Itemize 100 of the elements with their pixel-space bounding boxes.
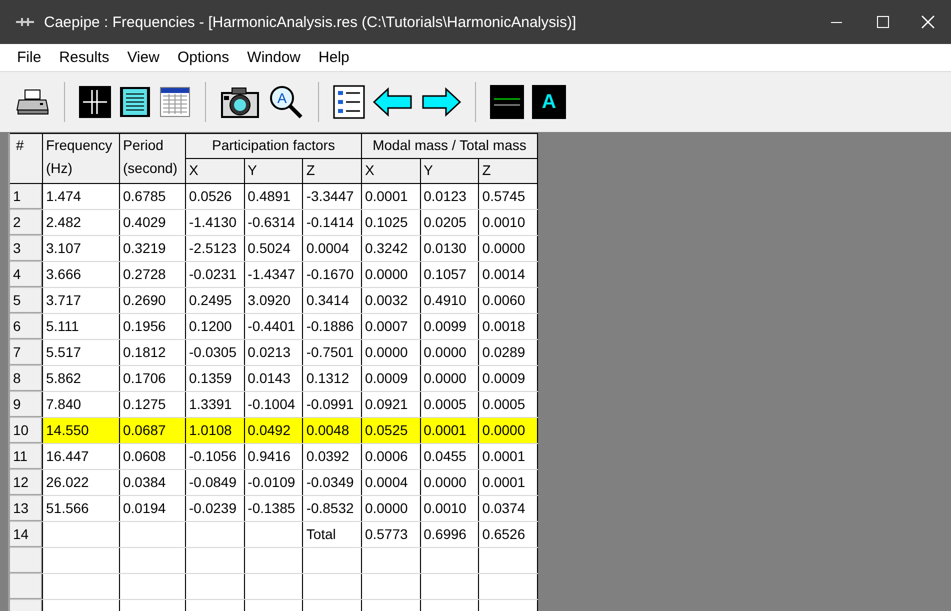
table-cell: -1.4347 bbox=[244, 262, 303, 288]
table-cell: 0.0289 bbox=[478, 340, 538, 366]
table-cell: 0.0384 bbox=[120, 470, 186, 496]
camera-icon[interactable] bbox=[220, 85, 260, 119]
table-cell: -0.0231 bbox=[186, 262, 244, 288]
table-cell: 0.0018 bbox=[478, 314, 538, 340]
table-cell: 0.0492 bbox=[244, 418, 303, 444]
table-cell: -0.1385 bbox=[244, 496, 303, 522]
table-cell: -0.4401 bbox=[244, 314, 303, 340]
table-cell: 51.566 bbox=[42, 496, 120, 522]
table-cell: 5.111 bbox=[42, 314, 120, 340]
table-cell: 5.517 bbox=[42, 340, 120, 366]
row-number: 1 bbox=[9, 184, 42, 210]
table-cell: 0.0009 bbox=[478, 366, 538, 392]
right-arrow-icon[interactable] bbox=[421, 87, 461, 117]
table-cell: 0.0032 bbox=[361, 288, 420, 314]
column-header: # bbox=[9, 134, 42, 184]
column-header: X bbox=[361, 158, 420, 184]
table-cell: 0.0014 bbox=[478, 262, 538, 288]
table-cell: 0.0455 bbox=[420, 444, 479, 470]
menu-item[interactable]: Help bbox=[310, 49, 358, 66]
table-cell: -0.0109 bbox=[244, 470, 303, 496]
table-cell: 0.0205 bbox=[420, 210, 479, 236]
table-cell: -0.1056 bbox=[186, 444, 244, 470]
table-cell: 0.0006 bbox=[361, 444, 420, 470]
table-cell: 0.0004 bbox=[302, 236, 362, 262]
table-cell: 0.0001 bbox=[478, 470, 538, 496]
table-cell: 0.0009 bbox=[361, 366, 420, 392]
table-cell: 0.0007 bbox=[361, 314, 420, 340]
table-cell: 26.022 bbox=[42, 470, 120, 496]
menu-item[interactable]: File bbox=[8, 49, 50, 66]
row-number: 6 bbox=[9, 314, 42, 340]
row-number: 12 bbox=[9, 470, 42, 496]
menu-item[interactable]: Options bbox=[168, 49, 238, 66]
table-cell: 0.3242 bbox=[361, 236, 420, 262]
column-header: Z bbox=[478, 158, 538, 184]
row-number: 2 bbox=[9, 210, 42, 236]
table-cell: 0.6526 bbox=[478, 522, 538, 548]
table-cell: 0.0060 bbox=[478, 288, 538, 314]
table-cell: 2.482 bbox=[42, 210, 120, 236]
table-cell: 0.0123 bbox=[420, 184, 479, 210]
table-cell: 0.0608 bbox=[120, 444, 186, 470]
table-cell: 0.0525 bbox=[361, 418, 420, 444]
column-header: Frequency (Hz) bbox=[42, 134, 120, 184]
table-cell: Total bbox=[302, 522, 362, 548]
table-cell: -0.8532 bbox=[302, 496, 362, 522]
row-number: 14 bbox=[9, 522, 42, 548]
table-cell: -0.6314 bbox=[244, 210, 303, 236]
row-number: 5 bbox=[9, 288, 42, 314]
font-button[interactable]: A bbox=[532, 85, 566, 119]
table-cell: -0.0239 bbox=[186, 496, 244, 522]
table-cell: 0.1025 bbox=[361, 210, 420, 236]
menu-item[interactable]: View bbox=[118, 49, 168, 66]
table-cell: 0.0000 bbox=[420, 470, 479, 496]
table-cell: 0.4891 bbox=[244, 184, 303, 210]
table-cell: 1.474 bbox=[42, 184, 120, 210]
table-cell: 3.0920 bbox=[244, 288, 303, 314]
column-header: Period (second) bbox=[120, 134, 186, 184]
table-cell: 0.1200 bbox=[186, 314, 244, 340]
table-cell: 0.5024 bbox=[244, 236, 303, 262]
crosshair-icon[interactable] bbox=[79, 86, 111, 118]
row-number: 8 bbox=[9, 366, 42, 392]
table-cell: 0.0099 bbox=[420, 314, 479, 340]
table-cell: -3.3447 bbox=[302, 184, 362, 210]
list-icon[interactable] bbox=[333, 85, 365, 119]
row-number: 10 bbox=[9, 418, 42, 444]
table-cell: 0.0526 bbox=[186, 184, 244, 210]
table-cell: 0.0130 bbox=[420, 236, 479, 262]
table-cell: 3.717 bbox=[42, 288, 120, 314]
table-cell: 0.4029 bbox=[120, 210, 186, 236]
table-cell: -0.0349 bbox=[302, 470, 362, 496]
table-cell: 0.0004 bbox=[361, 470, 420, 496]
table-cell: -2.5123 bbox=[186, 236, 244, 262]
menu-item[interactable]: Window bbox=[238, 49, 310, 66]
table-cell: -0.7501 bbox=[302, 340, 362, 366]
table-icon[interactable] bbox=[159, 86, 191, 118]
table-cell: 0.3414 bbox=[302, 288, 362, 314]
table-cell: 0.0374 bbox=[478, 496, 538, 522]
table-cell: -1.4130 bbox=[186, 210, 244, 236]
table-cell: 0.0001 bbox=[478, 444, 538, 470]
table-cell: 0.0010 bbox=[478, 210, 538, 236]
row-number: 13 bbox=[9, 496, 42, 522]
app-icon bbox=[16, 17, 34, 27]
table-cell: 0.0143 bbox=[244, 366, 303, 392]
row-number: 11 bbox=[9, 444, 42, 470]
row-number: 4 bbox=[9, 262, 42, 288]
table-cell: 0.1956 bbox=[120, 314, 186, 340]
table-cell: 0.0000 bbox=[361, 340, 420, 366]
table-cell: 0.4910 bbox=[420, 288, 479, 314]
column-header: Y bbox=[244, 158, 303, 184]
table-cell: 3.107 bbox=[42, 236, 120, 262]
table-cell: -0.0305 bbox=[186, 340, 244, 366]
menu-item[interactable]: Results bbox=[50, 49, 118, 66]
column-group-header: Participation factors bbox=[186, 134, 362, 158]
table-cell: 0.6785 bbox=[120, 184, 186, 210]
table-cell: 0.0048 bbox=[302, 418, 362, 444]
column-header: Y bbox=[420, 158, 479, 184]
left-arrow-icon[interactable] bbox=[373, 87, 413, 117]
document-icon[interactable] bbox=[119, 86, 151, 118]
table-cell: 0.0000 bbox=[361, 496, 420, 522]
